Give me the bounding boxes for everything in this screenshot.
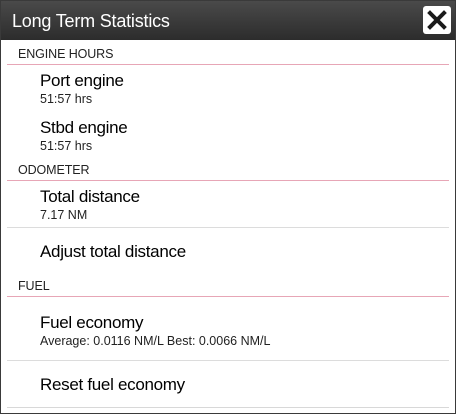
fuel-economy-label: Fuel economy bbox=[40, 313, 144, 332]
long-term-statistics-dialog: Long Term Statistics ENGINE HOURS Port e… bbox=[0, 0, 456, 414]
total-distance-label: Total distance bbox=[40, 187, 140, 206]
stbd-engine-hours: 51:57 hrs bbox=[40, 139, 93, 153]
section-engine-hours: ENGINE HOURS bbox=[7, 44, 449, 65]
total-distance-item[interactable]: Total distance 7.17 NM bbox=[7, 181, 449, 228]
adjust-total-distance-item[interactable]: Adjust total distance bbox=[7, 228, 449, 273]
dialog-title: Long Term Statistics bbox=[12, 11, 170, 31]
section-fuel: FUEL bbox=[7, 276, 449, 297]
titlebar: Long Term Statistics bbox=[1, 1, 455, 40]
close-icon bbox=[427, 10, 447, 30]
total-distance-value: 7.17 NM bbox=[40, 208, 88, 222]
section-odometer: ODOMETER bbox=[7, 160, 449, 181]
port-engine-item[interactable]: Port engine 51:57 hrs bbox=[7, 65, 449, 112]
section-header-label: FUEL bbox=[18, 279, 50, 293]
section-header-label: ENGINE HOURS bbox=[18, 47, 114, 61]
close-button[interactable] bbox=[423, 6, 451, 34]
stbd-engine-label: Stbd engine bbox=[40, 118, 128, 137]
adjust-total-distance-label: Adjust total distance bbox=[40, 242, 186, 261]
port-engine-hours: 51:57 hrs bbox=[40, 92, 93, 106]
list-bottom-divider bbox=[7, 407, 449, 408]
reset-fuel-economy-label: Reset fuel economy bbox=[40, 375, 185, 394]
stbd-engine-item[interactable]: Stbd engine 51:57 hrs bbox=[7, 112, 449, 160]
port-engine-label: Port engine bbox=[40, 71, 124, 90]
fuel-economy-item[interactable]: Fuel economy Average: 0.0116 NM/L Best: … bbox=[7, 297, 449, 361]
reset-fuel-economy-item[interactable]: Reset fuel economy bbox=[7, 361, 449, 407]
section-header-label: ODOMETER bbox=[18, 163, 90, 177]
statistics-list: ENGINE HOURS Port engine 51:57 hrs Stbd … bbox=[7, 40, 449, 408]
fuel-economy-value: Average: 0.0116 NM/L Best: 0.0066 NM/L bbox=[40, 334, 271, 348]
